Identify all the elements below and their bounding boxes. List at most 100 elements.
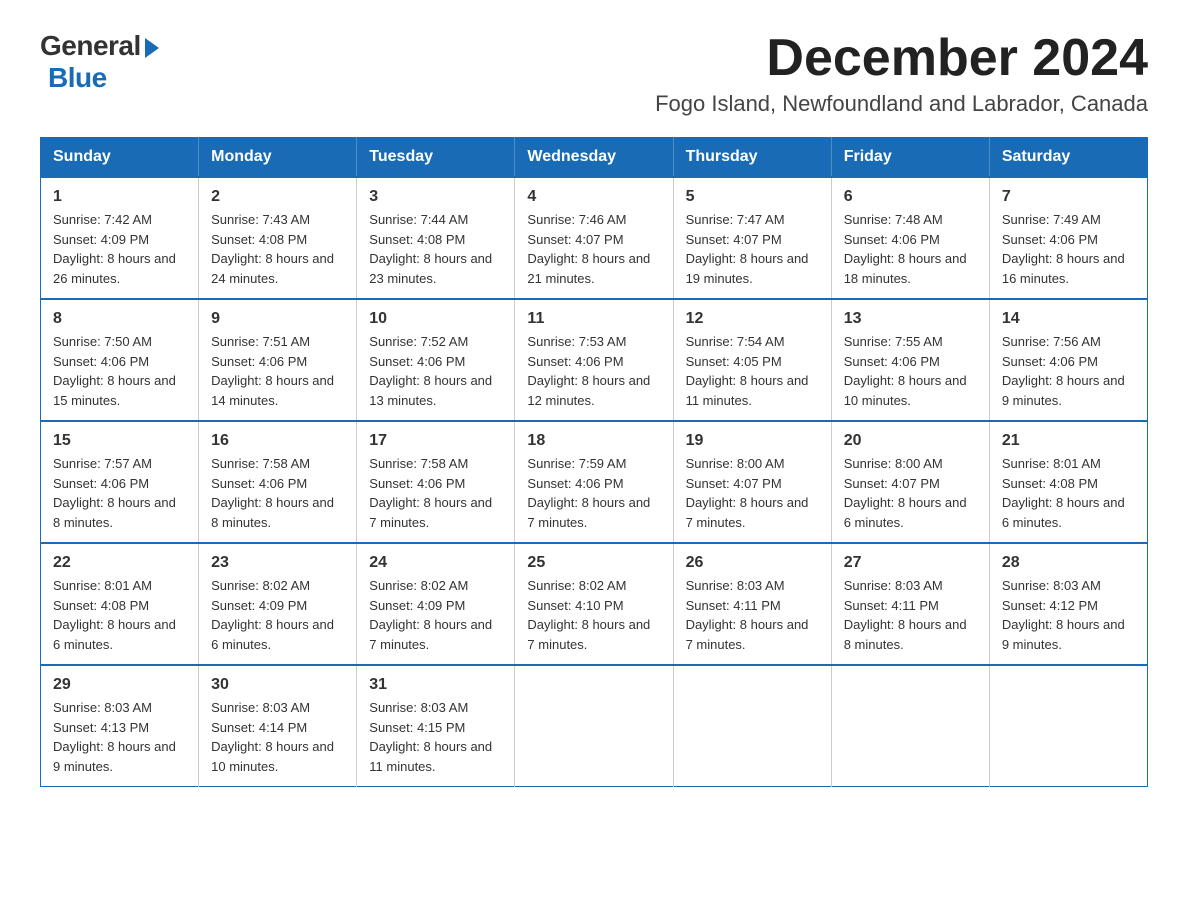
day-number: 20 [844, 432, 977, 450]
day-number: 9 [211, 310, 344, 328]
calendar-day-cell: 15 Sunrise: 7:57 AM Sunset: 4:06 PM Dayl… [41, 421, 199, 543]
day-info: Sunrise: 7:44 AM Sunset: 4:08 PM Dayligh… [369, 210, 502, 288]
day-info: Sunrise: 8:03 AM Sunset: 4:14 PM Dayligh… [211, 698, 344, 776]
day-info: Sunrise: 7:43 AM Sunset: 4:08 PM Dayligh… [211, 210, 344, 288]
day-info: Sunrise: 8:03 AM Sunset: 4:13 PM Dayligh… [53, 698, 186, 776]
calendar-day-cell: 31 Sunrise: 8:03 AM Sunset: 4:15 PM Dayl… [357, 665, 515, 787]
day-info: Sunrise: 8:02 AM Sunset: 4:10 PM Dayligh… [527, 576, 660, 654]
calendar-day-cell: 16 Sunrise: 7:58 AM Sunset: 4:06 PM Dayl… [199, 421, 357, 543]
day-info: Sunrise: 8:01 AM Sunset: 4:08 PM Dayligh… [53, 576, 186, 654]
calendar-day-cell: 22 Sunrise: 8:01 AM Sunset: 4:08 PM Dayl… [41, 543, 199, 665]
day-info: Sunrise: 7:55 AM Sunset: 4:06 PM Dayligh… [844, 332, 977, 410]
calendar-day-cell: 6 Sunrise: 7:48 AM Sunset: 4:06 PM Dayli… [831, 177, 989, 299]
header-monday: Monday [199, 138, 357, 178]
day-info: Sunrise: 7:46 AM Sunset: 4:07 PM Dayligh… [527, 210, 660, 288]
header-wednesday: Wednesday [515, 138, 673, 178]
day-info: Sunrise: 8:03 AM Sunset: 4:12 PM Dayligh… [1002, 576, 1135, 654]
day-number: 30 [211, 676, 344, 694]
day-number: 22 [53, 554, 186, 572]
header-sunday: Sunday [41, 138, 199, 178]
day-number: 23 [211, 554, 344, 572]
calendar-day-cell: 4 Sunrise: 7:46 AM Sunset: 4:07 PM Dayli… [515, 177, 673, 299]
day-number: 10 [369, 310, 502, 328]
calendar-week-row: 15 Sunrise: 7:57 AM Sunset: 4:06 PM Dayl… [41, 421, 1148, 543]
logo-general-text: General [40, 30, 141, 62]
day-number: 11 [527, 310, 660, 328]
day-info: Sunrise: 7:57 AM Sunset: 4:06 PM Dayligh… [53, 454, 186, 532]
calendar-day-cell: 11 Sunrise: 7:53 AM Sunset: 4:06 PM Dayl… [515, 299, 673, 421]
calendar-header-row: SundayMondayTuesdayWednesdayThursdayFrid… [41, 138, 1148, 178]
day-number: 17 [369, 432, 502, 450]
day-number: 27 [844, 554, 977, 572]
day-info: Sunrise: 8:01 AM Sunset: 4:08 PM Dayligh… [1002, 454, 1135, 532]
calendar-day-cell: 12 Sunrise: 7:54 AM Sunset: 4:05 PM Dayl… [673, 299, 831, 421]
day-number: 26 [686, 554, 819, 572]
day-info: Sunrise: 7:58 AM Sunset: 4:06 PM Dayligh… [211, 454, 344, 532]
calendar-day-cell: 27 Sunrise: 8:03 AM Sunset: 4:11 PM Dayl… [831, 543, 989, 665]
month-title: December 2024 [655, 30, 1148, 87]
day-number: 12 [686, 310, 819, 328]
calendar-day-cell: 23 Sunrise: 8:02 AM Sunset: 4:09 PM Dayl… [199, 543, 357, 665]
day-info: Sunrise: 7:52 AM Sunset: 4:06 PM Dayligh… [369, 332, 502, 410]
day-number: 5 [686, 188, 819, 206]
calendar-day-cell: 20 Sunrise: 8:00 AM Sunset: 4:07 PM Dayl… [831, 421, 989, 543]
calendar-day-cell [989, 665, 1147, 787]
calendar-day-cell: 10 Sunrise: 7:52 AM Sunset: 4:06 PM Dayl… [357, 299, 515, 421]
calendar-day-cell: 29 Sunrise: 8:03 AM Sunset: 4:13 PM Dayl… [41, 665, 199, 787]
day-info: Sunrise: 8:03 AM Sunset: 4:15 PM Dayligh… [369, 698, 502, 776]
calendar-day-cell [673, 665, 831, 787]
header-tuesday: Tuesday [357, 138, 515, 178]
day-info: Sunrise: 7:48 AM Sunset: 4:06 PM Dayligh… [844, 210, 977, 288]
day-number: 16 [211, 432, 344, 450]
calendar-week-row: 1 Sunrise: 7:42 AM Sunset: 4:09 PM Dayli… [41, 177, 1148, 299]
calendar-day-cell: 14 Sunrise: 7:56 AM Sunset: 4:06 PM Dayl… [989, 299, 1147, 421]
day-info: Sunrise: 8:00 AM Sunset: 4:07 PM Dayligh… [686, 454, 819, 532]
day-number: 14 [1002, 310, 1135, 328]
calendar-week-row: 8 Sunrise: 7:50 AM Sunset: 4:06 PM Dayli… [41, 299, 1148, 421]
day-number: 4 [527, 188, 660, 206]
day-info: Sunrise: 7:49 AM Sunset: 4:06 PM Dayligh… [1002, 210, 1135, 288]
day-number: 13 [844, 310, 977, 328]
day-number: 2 [211, 188, 344, 206]
calendar-day-cell: 7 Sunrise: 7:49 AM Sunset: 4:06 PM Dayli… [989, 177, 1147, 299]
calendar-day-cell: 5 Sunrise: 7:47 AM Sunset: 4:07 PM Dayli… [673, 177, 831, 299]
day-info: Sunrise: 8:03 AM Sunset: 4:11 PM Dayligh… [686, 576, 819, 654]
day-info: Sunrise: 7:54 AM Sunset: 4:05 PM Dayligh… [686, 332, 819, 410]
calendar-day-cell: 18 Sunrise: 7:59 AM Sunset: 4:06 PM Dayl… [515, 421, 673, 543]
day-info: Sunrise: 8:02 AM Sunset: 4:09 PM Dayligh… [369, 576, 502, 654]
day-number: 1 [53, 188, 186, 206]
calendar-week-row: 22 Sunrise: 8:01 AM Sunset: 4:08 PM Dayl… [41, 543, 1148, 665]
day-info: Sunrise: 7:51 AM Sunset: 4:06 PM Dayligh… [211, 332, 344, 410]
title-section: December 2024 Fogo Island, Newfoundland … [655, 30, 1148, 117]
calendar-day-cell: 25 Sunrise: 8:02 AM Sunset: 4:10 PM Dayl… [515, 543, 673, 665]
day-number: 31 [369, 676, 502, 694]
day-info: Sunrise: 7:59 AM Sunset: 4:06 PM Dayligh… [527, 454, 660, 532]
calendar-day-cell: 3 Sunrise: 7:44 AM Sunset: 4:08 PM Dayli… [357, 177, 515, 299]
calendar-day-cell: 1 Sunrise: 7:42 AM Sunset: 4:09 PM Dayli… [41, 177, 199, 299]
logo-arrow-icon [145, 38, 159, 58]
day-number: 28 [1002, 554, 1135, 572]
calendar-day-cell: 17 Sunrise: 7:58 AM Sunset: 4:06 PM Dayl… [357, 421, 515, 543]
day-number: 24 [369, 554, 502, 572]
calendar-day-cell [515, 665, 673, 787]
day-number: 21 [1002, 432, 1135, 450]
day-number: 29 [53, 676, 186, 694]
calendar-day-cell: 13 Sunrise: 7:55 AM Sunset: 4:06 PM Dayl… [831, 299, 989, 421]
day-info: Sunrise: 8:02 AM Sunset: 4:09 PM Dayligh… [211, 576, 344, 654]
calendar-day-cell: 2 Sunrise: 7:43 AM Sunset: 4:08 PM Dayli… [199, 177, 357, 299]
calendar-table: SundayMondayTuesdayWednesdayThursdayFrid… [40, 137, 1148, 787]
day-info: Sunrise: 7:58 AM Sunset: 4:06 PM Dayligh… [369, 454, 502, 532]
day-number: 6 [844, 188, 977, 206]
day-number: 19 [686, 432, 819, 450]
day-info: Sunrise: 8:00 AM Sunset: 4:07 PM Dayligh… [844, 454, 977, 532]
day-info: Sunrise: 7:47 AM Sunset: 4:07 PM Dayligh… [686, 210, 819, 288]
logo-blue-text: Blue [48, 62, 107, 94]
day-number: 7 [1002, 188, 1135, 206]
day-number: 3 [369, 188, 502, 206]
header-thursday: Thursday [673, 138, 831, 178]
day-number: 15 [53, 432, 186, 450]
calendar-day-cell: 24 Sunrise: 8:02 AM Sunset: 4:09 PM Dayl… [357, 543, 515, 665]
header-saturday: Saturday [989, 138, 1147, 178]
location-title: Fogo Island, Newfoundland and Labrador, … [655, 91, 1148, 117]
calendar-day-cell: 28 Sunrise: 8:03 AM Sunset: 4:12 PM Dayl… [989, 543, 1147, 665]
